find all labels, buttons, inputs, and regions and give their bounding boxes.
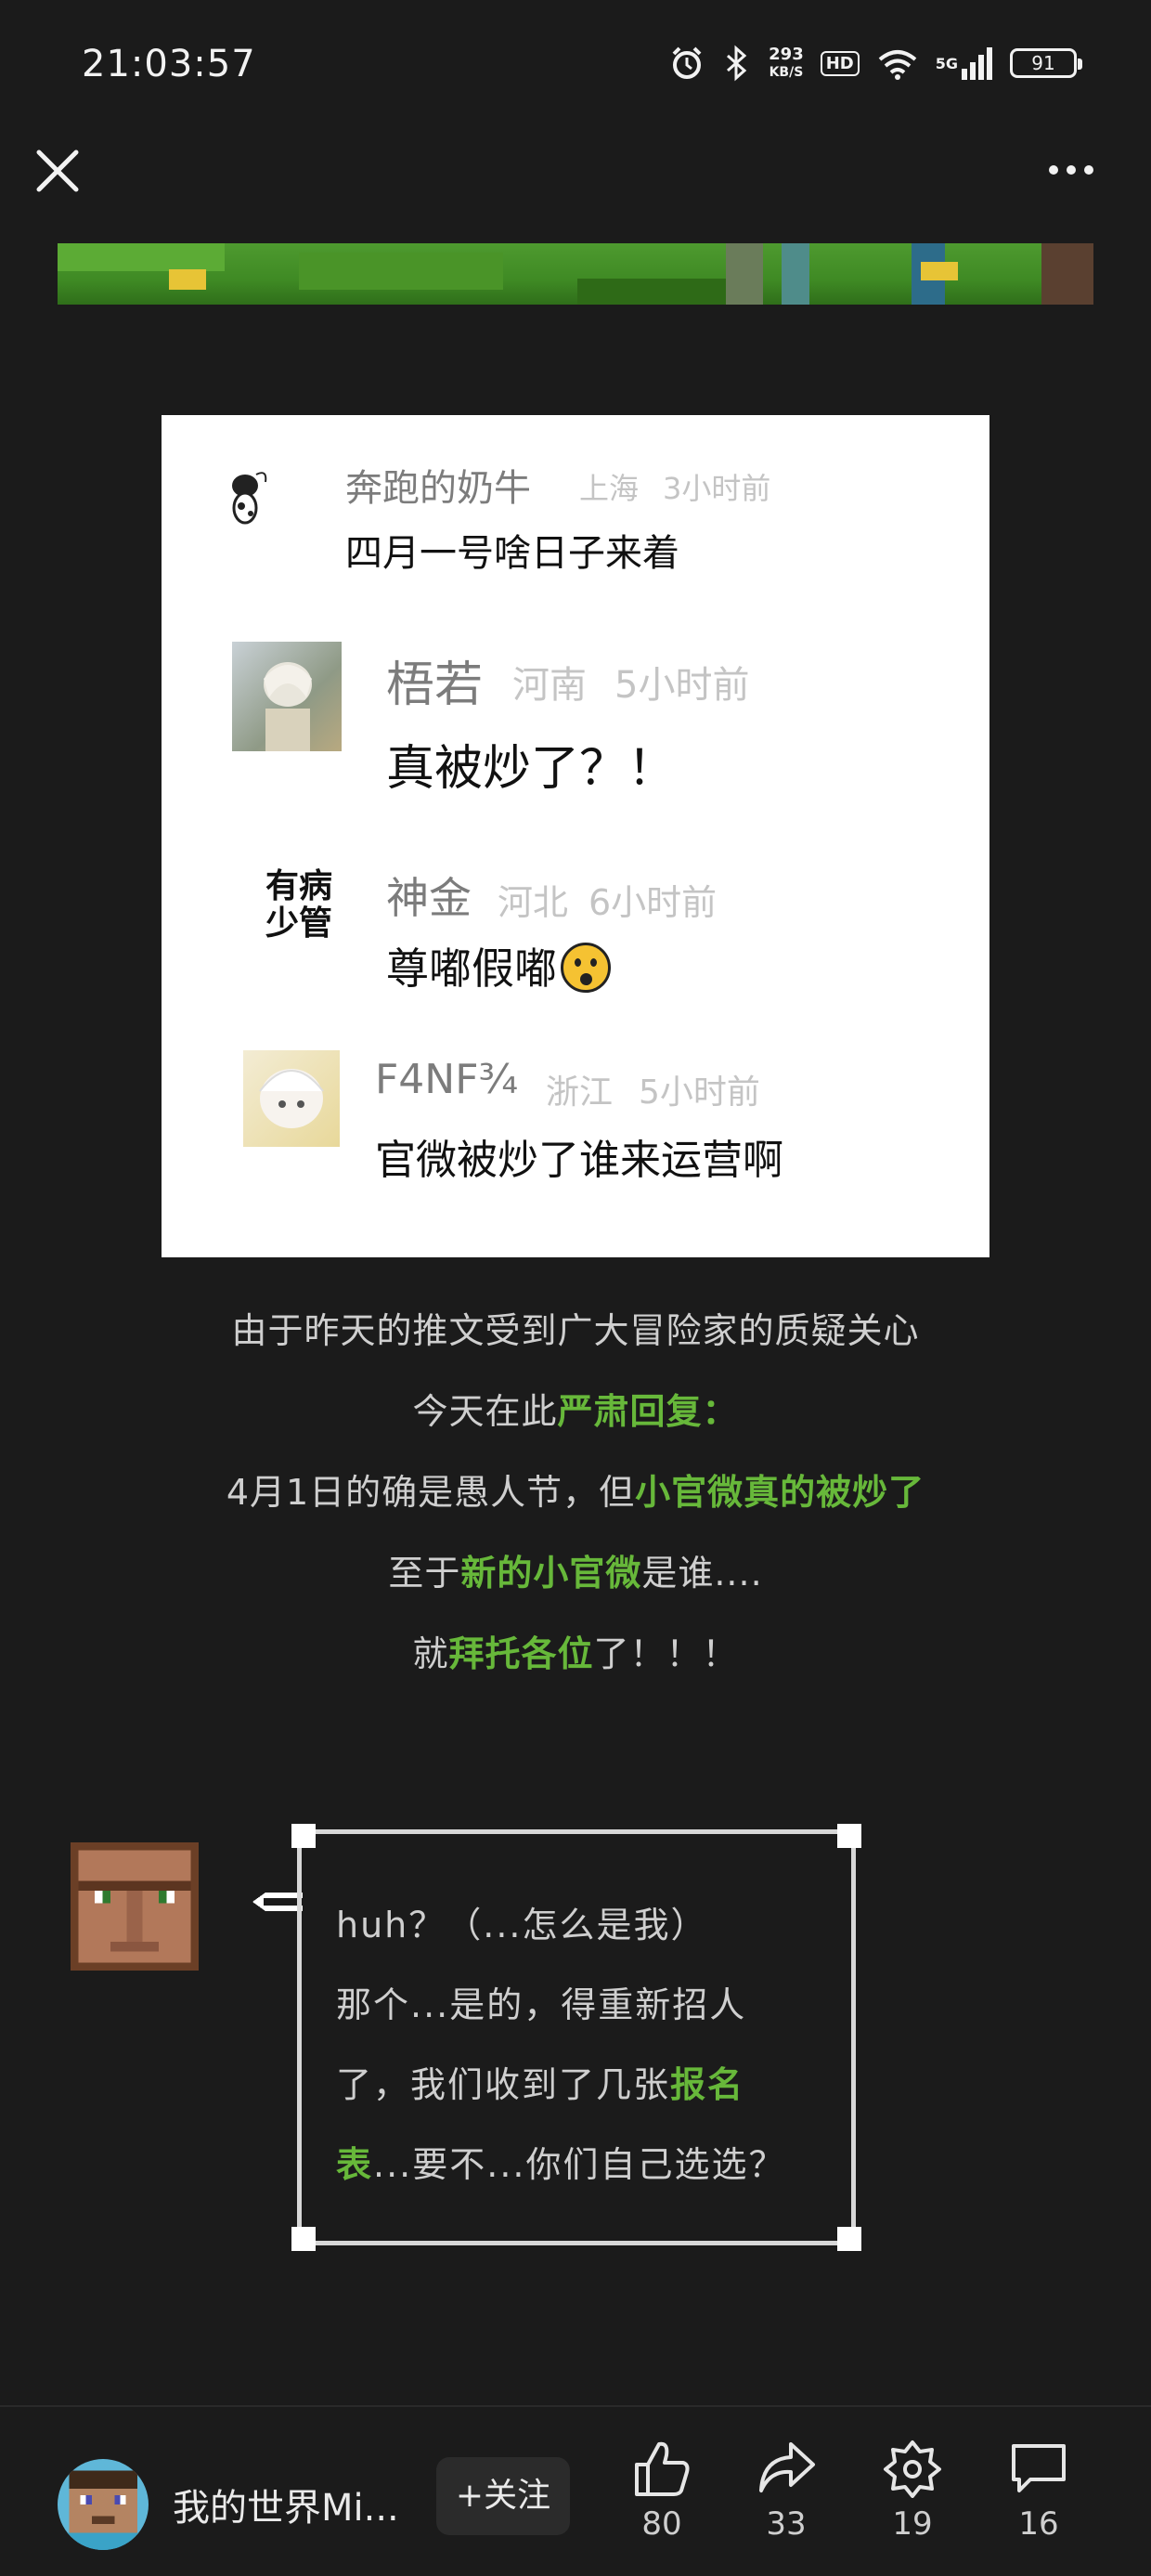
share-count: 33 bbox=[766, 2505, 807, 2543]
speech-bubble-tail bbox=[252, 1883, 303, 1920]
bubble-corner bbox=[291, 1824, 316, 1848]
comment-location: 浙江 bbox=[546, 1073, 614, 1112]
comment-username: 梧若 bbox=[386, 657, 484, 713]
like-button[interactable]: 80 bbox=[611, 2439, 713, 2543]
status-time: 21:03:57 bbox=[82, 43, 256, 85]
share-button[interactable]: 33 bbox=[735, 2439, 837, 2543]
bubble-corner bbox=[837, 1824, 861, 1848]
favorite-button[interactable]: 19 bbox=[861, 2439, 963, 2543]
comment-text: 官微被炒了谁来运营啊 bbox=[375, 1137, 783, 1184]
article-text-span: 至于 bbox=[388, 1553, 461, 1594]
status-bar: 21:03:57 293 KB/S HD 5G 91 bbox=[0, 0, 1151, 139]
minecraft-banner-image bbox=[58, 243, 1093, 305]
comment-time: 5小时前 bbox=[639, 1073, 760, 1112]
comment-location: 河南 bbox=[512, 664, 587, 707]
follow-button[interactable]: +关注 bbox=[436, 2457, 570, 2535]
net-speed: 293 KB/S bbox=[769, 46, 804, 81]
article-text-span: 了！！！ bbox=[593, 1633, 739, 1674]
speech-bubble: huh？（...怎么是我） 那个...是的，得重新招人 了，我们收到了几张报名 … bbox=[291, 1824, 861, 2251]
comment-location: 上海 bbox=[579, 471, 640, 506]
favorite-count: 19 bbox=[892, 2505, 933, 2543]
wifi-icon bbox=[876, 45, 919, 82]
more-icon-dot bbox=[1067, 165, 1076, 175]
comment-button[interactable]: 16 bbox=[988, 2439, 1090, 2543]
article-text-span: 就 bbox=[412, 1633, 449, 1674]
star-badge-icon bbox=[884, 2440, 941, 2498]
hd-badge: HD bbox=[820, 50, 860, 76]
share-icon bbox=[759, 2442, 815, 2492]
battery-icon: 91 bbox=[1010, 48, 1082, 78]
comment-text: 真被炒了？！ bbox=[386, 741, 677, 797]
close-button[interactable] bbox=[33, 147, 82, 195]
thumbs-up-icon bbox=[635, 2441, 690, 2496]
article-line: 4月1日的确是愚人节，但小官微真的被炒了 bbox=[0, 1452, 1151, 1533]
anime-avatar bbox=[232, 642, 342, 751]
like-count: 80 bbox=[641, 2505, 682, 2543]
author-name[interactable]: 我的世界Mi... bbox=[173, 2478, 399, 2531]
bluetooth-icon bbox=[722, 45, 752, 82]
speech-line: 那个...是的，得重新招人 bbox=[336, 1984, 747, 2025]
comment-time: 6小时前 bbox=[588, 882, 718, 923]
comment-text: 四月一号啥日子来着 bbox=[345, 532, 679, 575]
status-icons: 293 KB/S HD 5G 91 bbox=[668, 45, 1082, 82]
article-text-span: 今天在此 bbox=[412, 1391, 558, 1432]
speech-line: 表...要不...你们自己选选？ bbox=[336, 2125, 828, 2205]
speech-text-span: 了，我们收到了几张 bbox=[336, 2064, 671, 2105]
net-speed-unit: KB/S bbox=[769, 64, 804, 80]
comment-time: 3小时前 bbox=[663, 471, 771, 506]
article-line: 今天在此严肃回复： bbox=[0, 1372, 1151, 1452]
bottom-action-bar: 我的世界Mi... +关注 80 33 19 16 bbox=[0, 2405, 1151, 2576]
villager-avatar bbox=[71, 1842, 199, 1971]
article-text: 由于昨天的推文受到广大冒险家的质疑关心 今天在此严肃回复： 4月1日的确是愚人节… bbox=[0, 1291, 1151, 1695]
net-speed-value: 293 bbox=[769, 44, 804, 64]
article-highlight: 新的小官微 bbox=[460, 1553, 642, 1594]
speech-text: huh？（...怎么是我） 那个...是的，得重新招人 了，我们收到了几张报名 … bbox=[336, 1885, 828, 2205]
article-highlight: 拜托各位 bbox=[448, 1633, 594, 1674]
speech-text-span: ...要不...你们自己选选？ bbox=[373, 2144, 786, 2185]
bubble-corner bbox=[291, 2227, 316, 2251]
bubble-corner bbox=[837, 2227, 861, 2251]
network-type: 5G bbox=[935, 54, 958, 72]
article-highlight: 严肃回复： bbox=[557, 1391, 739, 1432]
comment-location: 河北 bbox=[498, 882, 569, 923]
cow-avatar bbox=[225, 460, 271, 534]
article-text-span: 4月1日的确是愚人节，但 bbox=[226, 1472, 636, 1513]
more-button[interactable] bbox=[1049, 156, 1105, 184]
more-icon bbox=[1049, 165, 1058, 175]
article-highlight: 小官微真的被炒了 bbox=[635, 1472, 925, 1513]
close-icon bbox=[36, 150, 79, 192]
text-avatar: 有病少管 bbox=[265, 867, 332, 943]
comment-username: 奔跑的奶牛 bbox=[345, 467, 531, 510]
speech-highlight: 报名 bbox=[670, 2064, 745, 2105]
comment-time: 5小时前 bbox=[614, 664, 750, 707]
article-text-span: 是谁.... bbox=[641, 1553, 763, 1594]
article-line: 至于新的小官微是谁.... bbox=[0, 1533, 1151, 1614]
signal-icon: 5G bbox=[936, 46, 993, 80]
comment-count: 16 bbox=[1018, 2505, 1059, 2543]
comment-text-content: 尊嘟假嘟 bbox=[386, 943, 557, 994]
article-line: 由于昨天的推文受到广大冒险家的质疑关心 bbox=[231, 1310, 920, 1351]
speech-highlight: 表 bbox=[336, 2144, 374, 2185]
comment-text: 尊嘟假嘟 bbox=[386, 935, 611, 996]
author-avatar[interactable] bbox=[58, 2459, 149, 2550]
more-icon-dot bbox=[1084, 165, 1093, 175]
alarm-icon bbox=[668, 45, 705, 82]
anime-avatar-2 bbox=[243, 1050, 340, 1147]
article-line: 就拜托各位了！！！ bbox=[0, 1614, 1151, 1695]
comment-username: F4NF¾ bbox=[375, 1056, 519, 1103]
comment-username: 神金 bbox=[386, 873, 472, 923]
comment-screenshot-card: 奔跑的奶牛 上海 3小时前 四月一号啥日子来着 梧若 河南 5小时前 真被炒了？… bbox=[162, 415, 989, 1257]
comment-icon bbox=[1012, 2444, 1066, 2492]
shocked-emoji-icon bbox=[561, 943, 611, 993]
speech-line: 了，我们收到了几张报名 bbox=[336, 2045, 828, 2125]
speech-line: huh？（...怎么是我） bbox=[336, 1905, 708, 1945]
